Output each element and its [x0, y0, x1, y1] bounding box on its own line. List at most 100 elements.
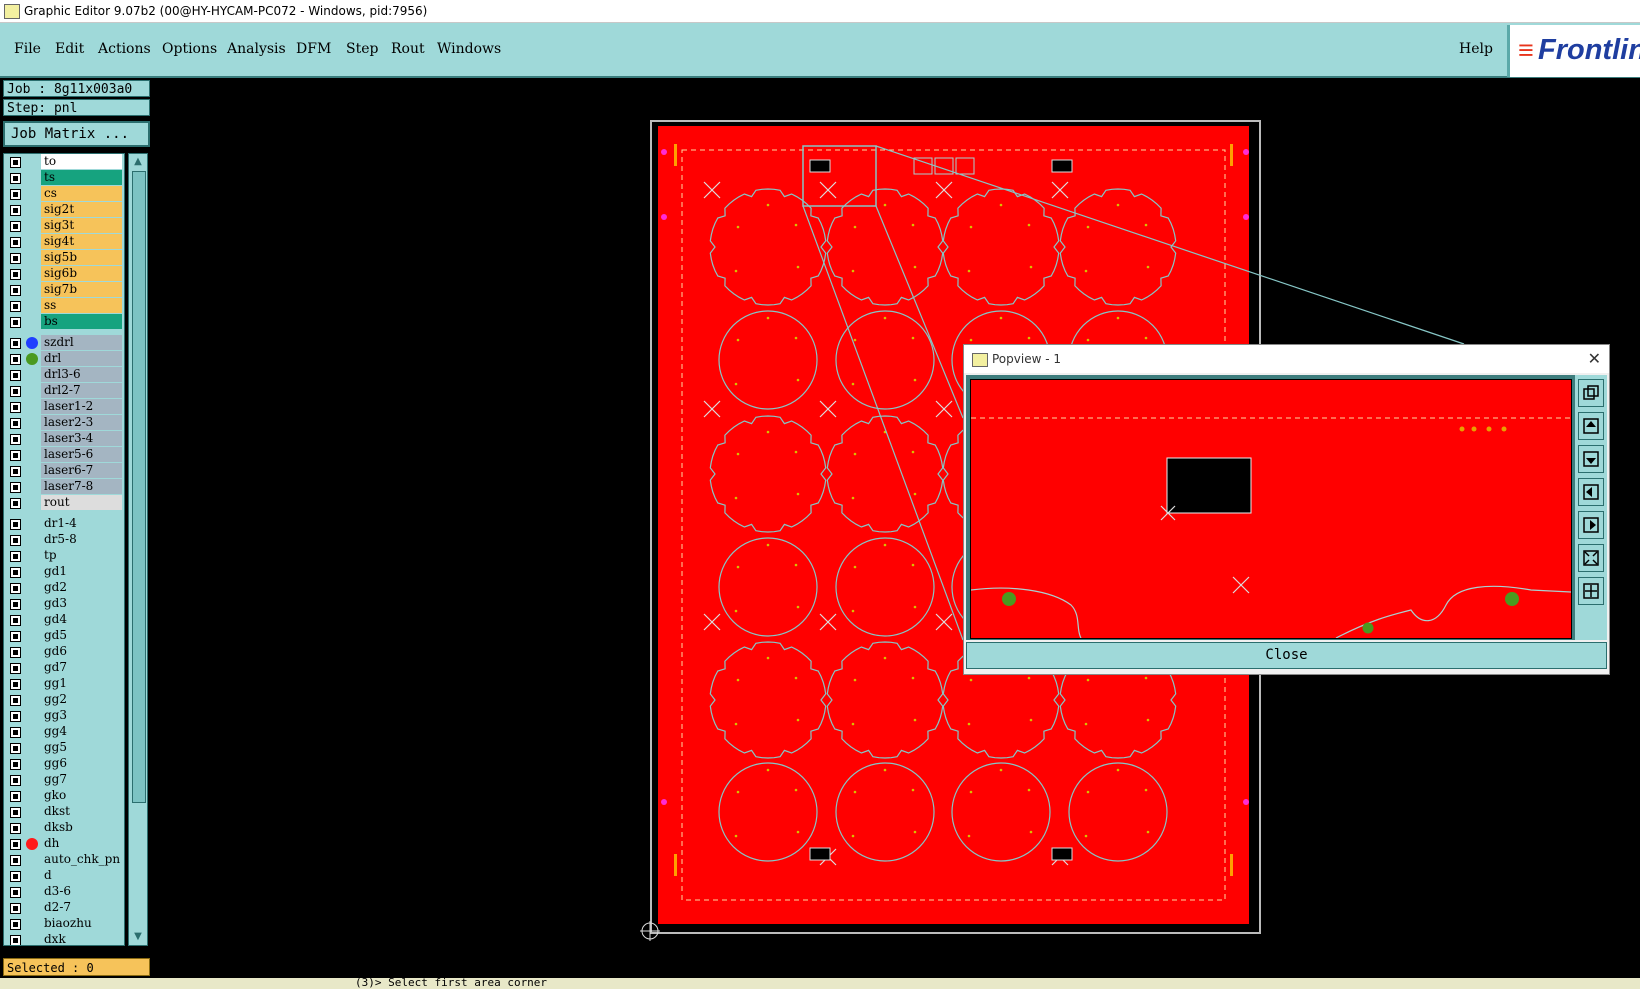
- layer-row[interactable]: gg2: [4, 692, 124, 708]
- layer-checkbox[interactable]: [10, 418, 21, 429]
- layer-row[interactable]: rout: [4, 495, 124, 511]
- layer-checkbox[interactable]: [10, 269, 21, 280]
- layer-name[interactable]: biaozhu: [41, 916, 122, 931]
- layer-checkbox[interactable]: [10, 189, 21, 200]
- layer-row[interactable]: dh: [4, 836, 124, 852]
- layer-checkbox[interactable]: [10, 173, 21, 184]
- layer-row[interactable]: dr1-4: [4, 516, 124, 532]
- layer-row[interactable]: tp: [4, 548, 124, 564]
- layer-row[interactable]: biaozhu: [4, 916, 124, 932]
- layer-name[interactable]: gd3: [41, 596, 122, 611]
- layer-row[interactable]: dkst: [4, 804, 124, 820]
- layer-checkbox[interactable]: [10, 205, 21, 216]
- popview-pan-right-button[interactable]: [1578, 511, 1604, 539]
- layer-checkbox[interactable]: [10, 887, 21, 898]
- layer-row[interactable]: laser5-6: [4, 447, 124, 463]
- layer-row[interactable]: gd3: [4, 596, 124, 612]
- layer-checkbox[interactable]: [10, 743, 21, 754]
- layer-name[interactable]: sig7b: [41, 282, 122, 297]
- layer-name[interactable]: gg6: [41, 756, 122, 771]
- layer-checkbox[interactable]: [10, 615, 21, 626]
- layer-name[interactable]: gg1: [41, 676, 122, 691]
- layer-checkbox[interactable]: [10, 535, 21, 546]
- layer-checkbox[interactable]: [10, 157, 21, 168]
- layer-row[interactable]: laser3-4: [4, 431, 124, 447]
- layer-name[interactable]: laser2-3: [41, 415, 122, 430]
- layer-checkbox[interactable]: [10, 221, 21, 232]
- layer-name[interactable]: laser1-2: [41, 399, 122, 414]
- layer-row[interactable]: gg4: [4, 724, 124, 740]
- layer-name[interactable]: tp: [41, 548, 122, 563]
- menu-options[interactable]: Options: [162, 41, 217, 57]
- layer-name[interactable]: sig6b: [41, 266, 122, 281]
- layer-affected-icon[interactable]: [26, 838, 38, 850]
- layer-row[interactable]: drl3-6: [4, 367, 124, 383]
- layer-checkbox[interactable]: [10, 354, 21, 365]
- layer-row[interactable]: cs: [4, 186, 124, 202]
- layer-row[interactable]: d2-7: [4, 900, 124, 916]
- layer-row[interactable]: gko: [4, 788, 124, 804]
- layer-row[interactable]: to: [4, 154, 124, 170]
- layer-name[interactable]: cs: [41, 186, 122, 201]
- menu-edit[interactable]: Edit: [55, 41, 84, 57]
- layer-name[interactable]: dxk: [41, 932, 122, 945]
- layer-checkbox[interactable]: [10, 711, 21, 722]
- layer-row[interactable]: gd6: [4, 644, 124, 660]
- layer-row[interactable]: d: [4, 868, 124, 884]
- layer-name[interactable]: szdrl: [41, 335, 122, 350]
- layer-checkbox[interactable]: [10, 839, 21, 850]
- job-matrix-button[interactable]: Job Matrix ...: [3, 121, 150, 147]
- layer-checkbox[interactable]: [10, 285, 21, 296]
- layer-name[interactable]: gg7: [41, 772, 122, 787]
- layer-checkbox[interactable]: [10, 583, 21, 594]
- layer-name[interactable]: drl2-7: [41, 383, 122, 398]
- layer-row[interactable]: laser7-8: [4, 479, 124, 495]
- layer-name[interactable]: rout: [41, 495, 122, 510]
- layer-row[interactable]: gg5: [4, 740, 124, 756]
- layer-row[interactable]: gg3: [4, 708, 124, 724]
- layer-row[interactable]: gg7: [4, 772, 124, 788]
- layer-name[interactable]: dksb: [41, 820, 122, 835]
- popview-zoom-view[interactable]: [971, 380, 1571, 638]
- layer-row[interactable]: gd5: [4, 628, 124, 644]
- layer-checkbox[interactable]: [10, 482, 21, 493]
- layer-row[interactable]: sig7b: [4, 282, 124, 298]
- layer-checkbox[interactable]: [10, 727, 21, 738]
- layer-checkbox[interactable]: [10, 498, 21, 509]
- layer-row[interactable]: gg6: [4, 756, 124, 772]
- layer-checkbox[interactable]: [10, 855, 21, 866]
- layer-checkbox[interactable]: [10, 647, 21, 658]
- layer-name[interactable]: auto_chk_pn: [41, 852, 122, 867]
- popview-canvas[interactable]: [970, 379, 1572, 639]
- layer-checkbox[interactable]: [10, 567, 21, 578]
- layer-checkbox[interactable]: [10, 301, 21, 312]
- scroll-thumb[interactable]: [132, 171, 146, 803]
- layer-scrollbar[interactable]: ▲ ▼: [128, 153, 148, 946]
- layer-checkbox[interactable]: [10, 791, 21, 802]
- layer-name[interactable]: laser5-6: [41, 447, 122, 462]
- layer-checkbox[interactable]: [10, 599, 21, 610]
- layer-name[interactable]: gd4: [41, 612, 122, 627]
- popview-copy-button[interactable]: [1578, 379, 1604, 407]
- layer-checkbox[interactable]: [10, 663, 21, 674]
- layer-checkbox[interactable]: [10, 519, 21, 530]
- layer-name[interactable]: gg5: [41, 740, 122, 755]
- layer-checkbox[interactable]: [10, 450, 21, 461]
- layer-row[interactable]: gd7: [4, 660, 124, 676]
- layer-checkbox[interactable]: [10, 903, 21, 914]
- layer-name[interactable]: sig5b: [41, 250, 122, 265]
- menu-step[interactable]: Step: [346, 41, 378, 57]
- popview-zoom-out-button[interactable]: [1578, 577, 1604, 605]
- layer-name[interactable]: gd6: [41, 644, 122, 659]
- layer-checkbox[interactable]: [10, 807, 21, 818]
- layer-row[interactable]: sig6b: [4, 266, 124, 282]
- layer-affected-icon[interactable]: [26, 353, 38, 365]
- layer-row[interactable]: gg1: [4, 676, 124, 692]
- layer-checkbox[interactable]: [10, 919, 21, 930]
- layer-row[interactable]: gd1: [4, 564, 124, 580]
- layer-name[interactable]: drl3-6: [41, 367, 122, 382]
- layer-checkbox[interactable]: [10, 237, 21, 248]
- layer-row[interactable]: laser6-7: [4, 463, 124, 479]
- layer-checkbox[interactable]: [10, 402, 21, 413]
- popview-pan-left-button[interactable]: [1578, 478, 1604, 506]
